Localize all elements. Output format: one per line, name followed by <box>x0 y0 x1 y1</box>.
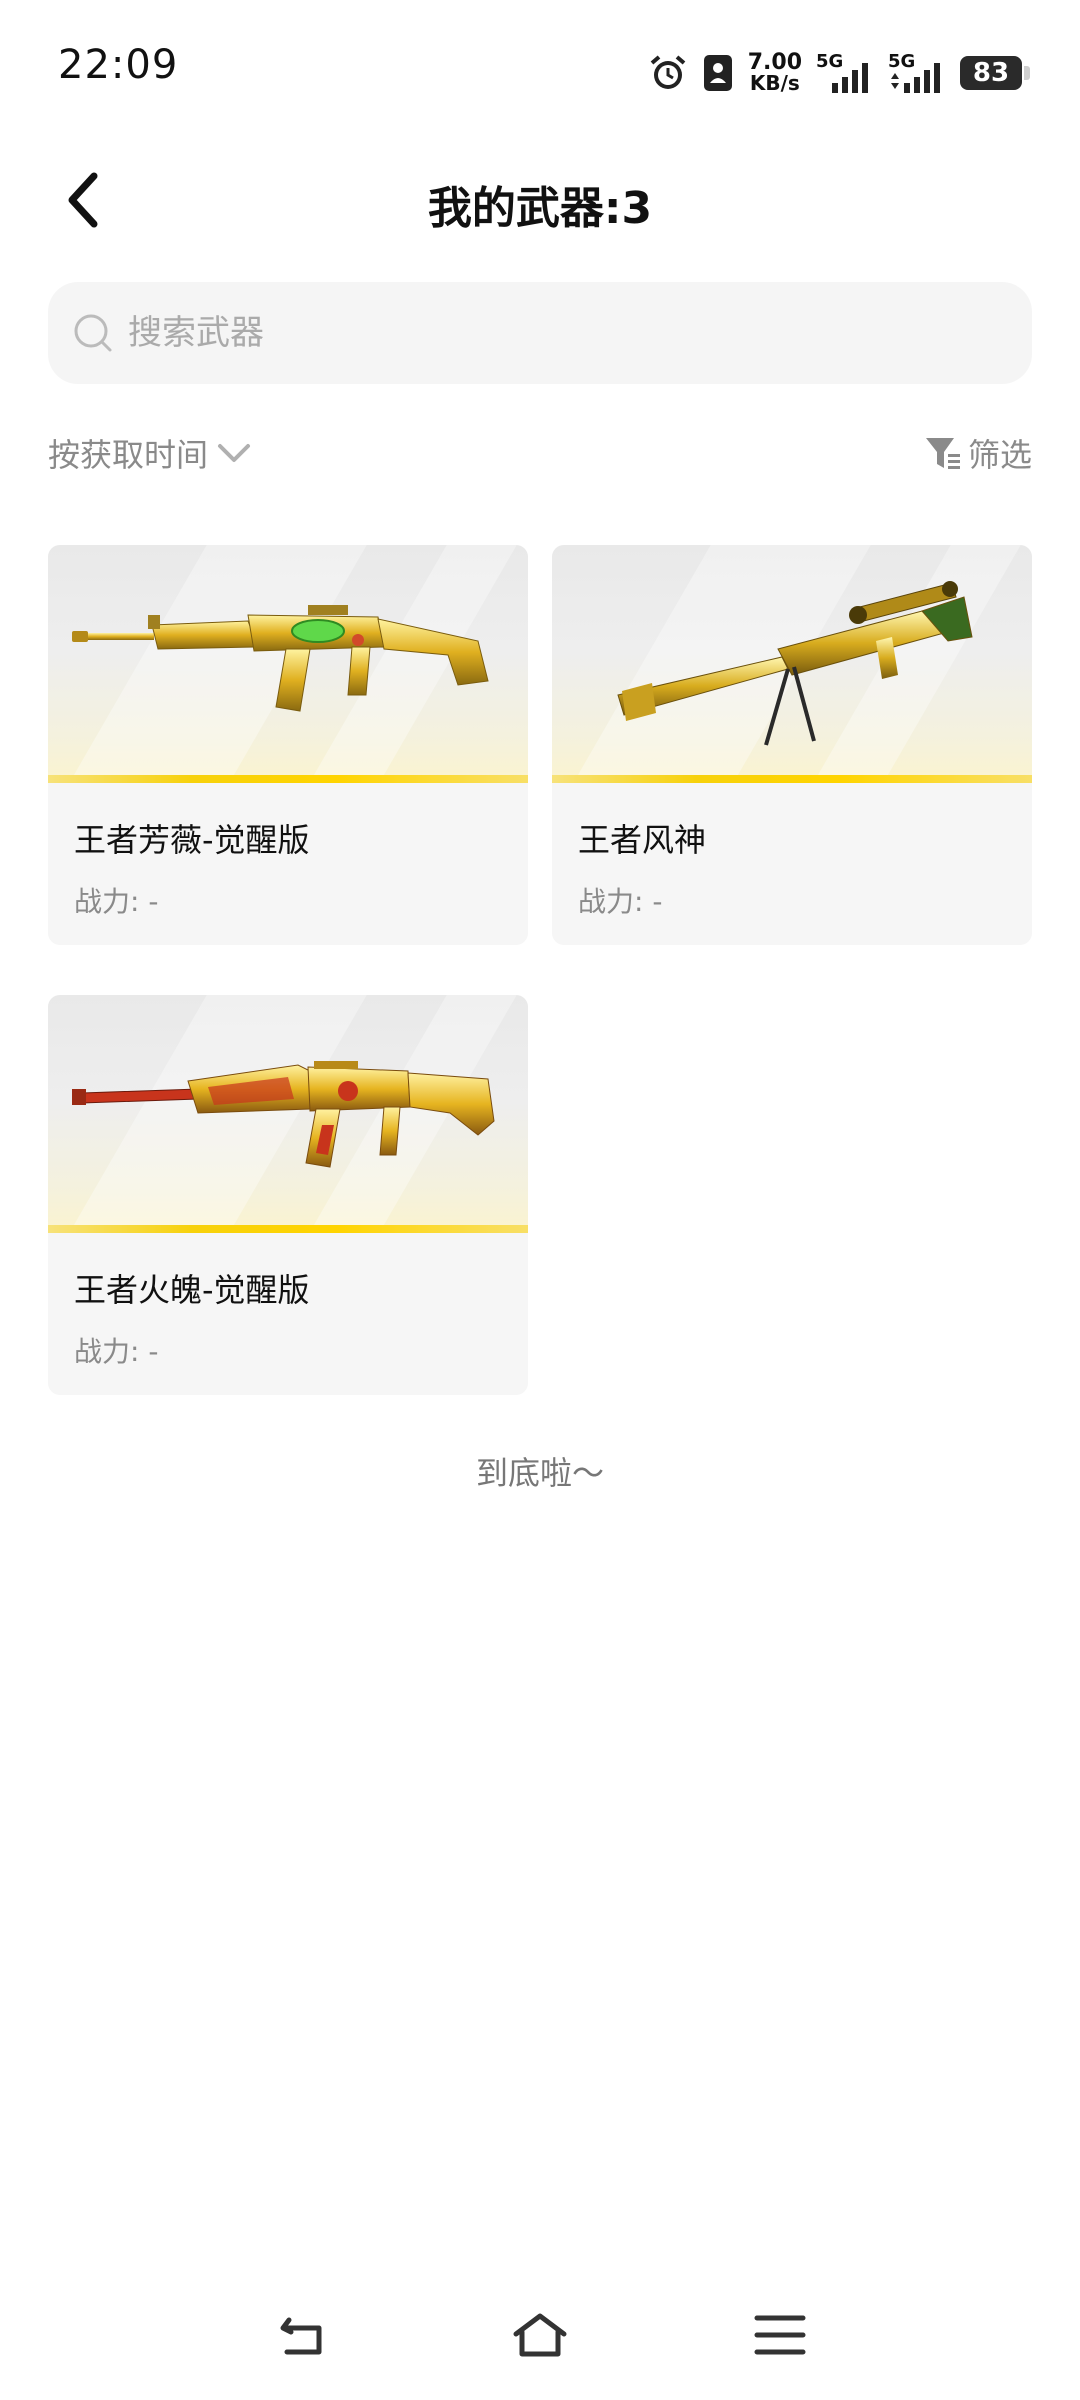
status-icons: 7.00 KB/s 5G 5G 83 <box>648 48 1030 98</box>
system-nav-bar <box>0 2290 1080 2380</box>
weapon-card[interactable]: 王者火魄-觉醒版 战力: - <box>48 995 528 1395</box>
status-time: 22:09 <box>58 42 179 88</box>
filter-icon <box>925 438 960 469</box>
nav-back-button[interactable] <box>268 2300 338 2370</box>
signal-icon-sim2: 5G <box>888 51 946 95</box>
battery-icon: 83 <box>960 56 1030 90</box>
weapon-image <box>552 545 1032 783</box>
search-bar[interactable] <box>48 282 1032 384</box>
home-nav-icon <box>513 2313 567 2357</box>
search-icon <box>74 314 112 352</box>
weapon-name: 王者风神 <box>578 821 707 859</box>
status-bar: 22:09 7.00 KB/s 5G 5G 83 <box>0 0 1080 140</box>
header: 我的武器:3 <box>0 150 1080 250</box>
filter-label: 筛选 <box>967 436 1032 474</box>
contact-card-icon <box>703 55 732 91</box>
nav-menu-button[interactable] <box>745 2300 815 2370</box>
page-title: 我的武器:3 <box>427 183 653 234</box>
sort-filter-row: 按获取时间 筛选 <box>48 430 1032 490</box>
back-nav-icon <box>280 2317 322 2355</box>
nav-home-button[interactable] <box>505 2300 575 2370</box>
sort-dropdown[interactable]: 按获取时间 <box>48 430 252 476</box>
filter-button[interactable]: 筛选 <box>924 430 1032 476</box>
weapon-name: 王者火魄-觉醒版 <box>74 1271 310 1309</box>
weapon-power: 战力: - <box>74 1335 159 1368</box>
sort-label: 按获取时间 <box>48 436 209 474</box>
weapon-card[interactable]: 王者风神 战力: - <box>552 545 1032 945</box>
search-input[interactable] <box>126 312 990 354</box>
menu-nav-icon <box>754 2315 806 2355</box>
weapon-power: 战力: - <box>74 885 159 918</box>
weapon-name: 王者芳薇-觉醒版 <box>74 821 310 859</box>
end-of-list-text: 到底啦～ <box>475 1454 604 1492</box>
alarm-icon <box>650 55 686 89</box>
signal-icon-sim1: 5G <box>816 51 874 95</box>
weapon-card[interactable]: 王者芳薇-觉醒版 战力: - <box>48 545 528 945</box>
weapon-power: 战力: - <box>578 885 663 918</box>
net-speed: 7.00 KB/s <box>747 50 802 95</box>
weapon-image <box>48 545 528 783</box>
weapon-image <box>48 995 528 1233</box>
chevron-down-icon <box>218 444 251 462</box>
